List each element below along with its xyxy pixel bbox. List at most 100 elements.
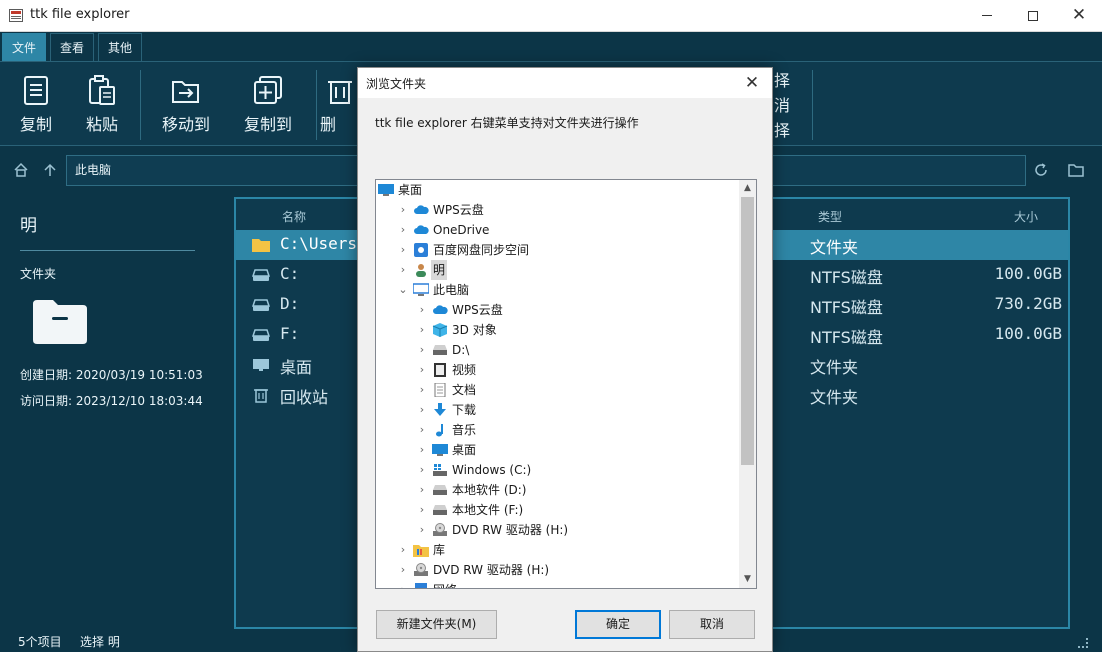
file-size: 730.2GB [994, 294, 1062, 313]
chevron-right-icon[interactable]: › [397, 220, 409, 240]
file-size: 100.0GB [994, 324, 1062, 343]
tree-item[interactable]: › 库 [376, 540, 738, 560]
chevron-right-icon[interactable]: › [416, 480, 428, 500]
chevron-right-icon[interactable]: › [416, 460, 428, 480]
tree-scrollbar[interactable]: ▲ ▼ [739, 180, 756, 588]
column-size-header[interactable]: 大小 [1014, 208, 1038, 225]
tree-item-label: OneDrive [433, 223, 490, 237]
tree-item[interactable]: › 本地软件 (D:) [376, 480, 738, 500]
chevron-right-icon[interactable]: › [397, 240, 409, 260]
chevron-down-icon[interactable]: ⌄ [397, 280, 409, 300]
chevron-right-icon[interactable]: › [416, 300, 428, 320]
drive-icon [432, 503, 448, 517]
tree-item[interactable]: › WPS云盘 [376, 200, 738, 220]
scroll-thumb[interactable] [741, 197, 754, 465]
dvd-icon [432, 523, 448, 537]
ribbon-divider [316, 70, 317, 140]
move-to-button[interactable]: 移动到 [156, 74, 216, 135]
chevron-right-icon[interactable]: › [397, 580, 409, 588]
chevron-right-icon[interactable]: › [416, 320, 428, 340]
up-arrow-icon[interactable] [42, 162, 58, 178]
paste-button[interactable]: 粘贴 [72, 74, 132, 135]
scroll-down-icon[interactable]: ▼ [739, 571, 756, 588]
resize-grip[interactable] [1078, 638, 1088, 648]
dialog-title: 浏览文件夹 [366, 77, 427, 91]
minimize-icon [982, 15, 992, 16]
title-bar: ttk file explorer ✕ [0, 0, 1102, 32]
file-type: NTFS磁盘 [810, 298, 883, 317]
chevron-right-icon[interactable]: › [416, 440, 428, 460]
open-folder-icon[interactable] [1068, 162, 1084, 178]
new-folder-button[interactable]: 新建文件夹(M) [376, 610, 497, 639]
tree-item[interactable]: › Windows (C:) [376, 460, 738, 480]
close-button[interactable]: ✕ [1056, 0, 1102, 31]
windows-drive-icon [432, 463, 448, 477]
drive-icon [252, 299, 270, 311]
copy-to-button[interactable]: 复制到 [238, 74, 298, 135]
chevron-right-icon[interactable]: › [397, 260, 409, 280]
cancel-selection-label[interactable]: 消 [774, 93, 790, 118]
scroll-up-icon[interactable]: ▲ [739, 180, 756, 197]
delete-button[interactable]: 删 [320, 74, 360, 135]
cancel-button[interactable]: 取消 [669, 610, 755, 639]
tree-item[interactable]: › 明 [376, 260, 738, 280]
drive-icon [432, 483, 448, 497]
chevron-right-icon[interactable]: › [416, 500, 428, 520]
menu-tab-view[interactable]: 查看 [50, 33, 95, 61]
tree-item-label: 百度网盘同步空间 [433, 243, 530, 257]
tree-item-label: 本地软件 (D:) [452, 483, 527, 497]
tree-item[interactable]: 桌面 [376, 180, 738, 200]
selection-actions[interactable]: 择 消 择 [774, 68, 790, 143]
chevron-right-icon[interactable]: › [416, 520, 428, 540]
chevron-right-icon[interactable]: › [416, 360, 428, 380]
file-name: 桌面 [280, 358, 313, 377]
video-icon [432, 363, 448, 377]
select-all-label[interactable]: 择 [774, 68, 790, 93]
tree-item[interactable]: › 音乐 [376, 420, 738, 440]
close-icon: ✕ [744, 73, 760, 93]
chevron-right-icon[interactable]: › [416, 380, 428, 400]
chevron-right-icon[interactable]: › [397, 560, 409, 580]
chevron-right-icon[interactable]: › [416, 420, 428, 440]
selection-status: 选择 明 [80, 635, 120, 649]
drive-icon [252, 269, 270, 281]
tree-item[interactable]: › 文档 [376, 380, 738, 400]
tree-item[interactable]: › DVD RW 驱动器 (H:) [376, 560, 738, 580]
column-type-header[interactable]: 类型 [818, 208, 842, 225]
tree-item[interactable]: ⌄ 此电脑 [376, 280, 738, 300]
dialog-close-button[interactable]: ✕ [738, 71, 766, 95]
minimize-button[interactable] [964, 0, 1010, 31]
home-icon[interactable] [13, 162, 29, 178]
tree-item[interactable]: › 百度网盘同步空间 [376, 240, 738, 260]
menu-tab-other[interactable]: 其他 [98, 33, 143, 61]
tree-item[interactable]: › 视频 [376, 360, 738, 380]
tree-item[interactable]: › 3D 对象 [376, 320, 738, 340]
tree-item[interactable]: › D:\ [376, 340, 738, 360]
refresh-icon[interactable] [1033, 162, 1049, 178]
chevron-right-icon[interactable]: › [416, 400, 428, 420]
chevron-right-icon[interactable]: › [397, 540, 409, 560]
tree-item[interactable]: › 桌面 [376, 440, 738, 460]
chevron-right-icon[interactable]: › [397, 200, 409, 220]
computer-icon [412, 283, 430, 297]
folder-icon [33, 300, 87, 344]
tree-item[interactable]: › 下载 [376, 400, 738, 420]
menu-tab-file[interactable]: 文件 [2, 33, 47, 61]
invert-selection-label[interactable]: 择 [774, 118, 790, 143]
folder-tree[interactable]: 桌面 › WPS云盘 › OneDrive › 百度网盘同步空间 › 明 ⌄ 此电脑 › WPS云盘 › 3… [375, 179, 757, 589]
tree-item[interactable]: › 网络 [376, 580, 738, 588]
column-name-header[interactable]: 名称 [282, 208, 306, 225]
maximize-button[interactable] [1010, 0, 1056, 31]
file-type: NTFS磁盘 [810, 328, 883, 347]
details-pane: 明 文件夹 创建日期: 2020/03/19 10:51:03 访问日期: 20… [0, 196, 222, 626]
tree-item[interactable]: › DVD RW 驱动器 (H:) [376, 520, 738, 540]
copy-button[interactable]: 复制 [6, 74, 66, 135]
ok-button[interactable]: 确定 [575, 610, 661, 639]
tree-item-label: 视频 [452, 363, 477, 377]
tree-item-label: 库 [433, 543, 446, 557]
tree-item[interactable]: › WPS云盘 [376, 300, 738, 320]
tree-item[interactable]: › 本地文件 (F:) [376, 500, 738, 520]
tree-item[interactable]: › OneDrive [376, 220, 738, 240]
network-icon [413, 583, 429, 588]
chevron-right-icon[interactable]: › [416, 340, 428, 360]
